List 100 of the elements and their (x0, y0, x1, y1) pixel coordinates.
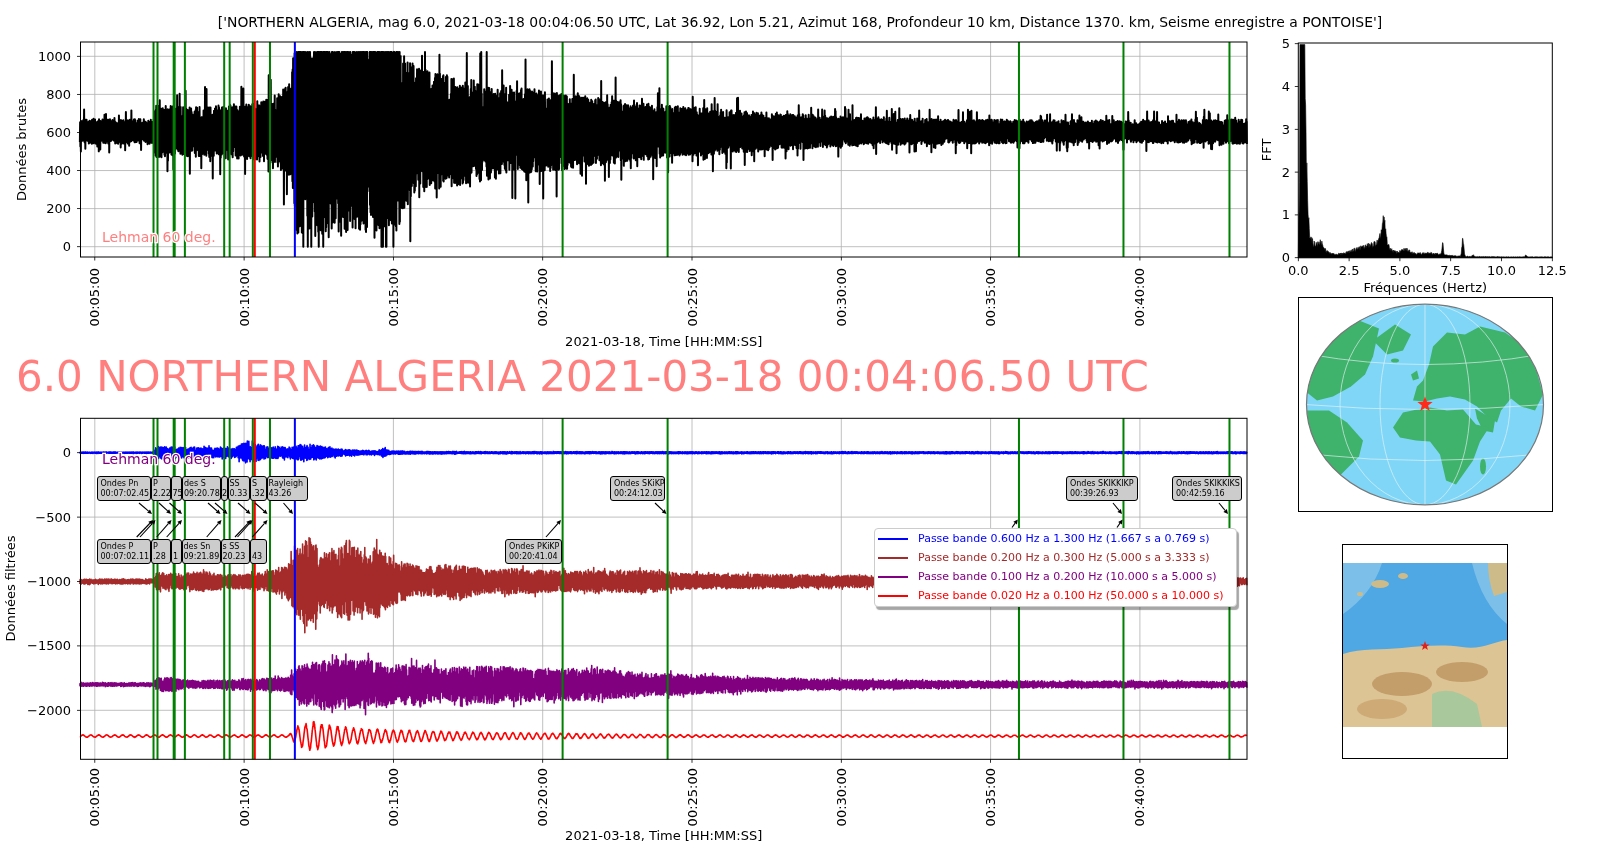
tick-mark (393, 257, 394, 261)
annotation-label: S .32 (250, 476, 267, 501)
figure-title: ['NORTHERN ALGERIA, mag 6.0, 2021-03-18 00:04:06.50 UTC, Lat 36.92, Lon 5.21, Azimut 168, Profondeur 10 km, Distance 1370. km, Seisme enregistre a PONTOISE'] (217, 14, 1383, 30)
x-tick-label: 0.0 (1287, 262, 1309, 278)
annotation-label: des Sn 09:21.89 (181, 539, 221, 564)
y-tick-label: 2 (1281, 164, 1290, 180)
tick-mark (77, 94, 81, 95)
tick-mark (840, 759, 842, 763)
tick-mark (77, 452, 81, 454)
x-tick-label: 00:25:00 (684, 768, 700, 827)
x-tick-label: 12.5 (1537, 262, 1567, 278)
x-tick-label: 00:15:00 (385, 268, 401, 327)
annotation-arrow (206, 520, 222, 538)
y-tick-label: 800 (46, 86, 71, 102)
tick-mark (77, 246, 81, 248)
annotation-label: Ondes SKIKKIKP 00:39:26.93 (1066, 476, 1138, 501)
legend-label: Passe bande 0.200 Hz a 0.300 Hz (5.000 s a 3.333 s) (918, 551, 1210, 564)
annotation-arrow (1011, 519, 1018, 529)
annotation-label: 1 (171, 539, 182, 564)
epicenter-star-icon (1420, 641, 1430, 651)
annotation-label: Ondes PKiKP 00:20:41.04 (505, 539, 562, 564)
x-tick-label: 00:20:00 (535, 768, 551, 827)
annotation-arrow (251, 520, 268, 538)
tick-mark (77, 132, 81, 133)
annotation-arrow (654, 502, 667, 514)
tick-mark (1348, 257, 1350, 262)
y-axis-label: Données filtrées (2, 535, 18, 642)
annotation-label: Rayleigh 43.26 (266, 476, 308, 501)
y-tick-label: 5 (1281, 36, 1290, 52)
x-tick-label: 00:15:00 (385, 768, 401, 827)
y-tick-label: 600 (46, 124, 71, 140)
legend-label: Passe bande 0.600 Hz a 1.300 Hz (1.667 s a 0.769 s) (918, 532, 1210, 545)
annotation-arrow (158, 502, 171, 514)
tick-mark (1294, 171, 1299, 173)
tick-mark (77, 516, 81, 518)
y-tick-label: 1 (1281, 207, 1290, 223)
tick-mark (1294, 128, 1299, 130)
tick-mark (1551, 257, 1553, 262)
y-tick-label: 200 (46, 201, 71, 217)
y-tick-label: 4 (1281, 79, 1290, 94)
x-axis-label: Fréquences (Hertz) (1363, 279, 1488, 295)
annotation-label: P .28 (151, 539, 171, 564)
annotation-arrow (237, 502, 251, 514)
tick-mark (1450, 257, 1452, 262)
tick-mark (77, 709, 81, 711)
y-tick-label: 1000 (37, 48, 71, 64)
x-tick-label: 00:05:00 (87, 268, 103, 327)
y-tick-label: −1500 (27, 638, 71, 654)
x-tick-label: 00:40:00 (1132, 268, 1148, 327)
tick-mark (94, 759, 96, 763)
epicenter-star-icon (1417, 396, 1433, 411)
x-tick-label: 00:25:00 (684, 268, 700, 327)
x-tick-label: 00:30:00 (833, 268, 849, 327)
y-tick-label: 3 (1281, 121, 1290, 137)
annotation-arrow (254, 502, 268, 514)
x-tick-label: 00:05:00 (87, 768, 103, 827)
tick-mark (990, 759, 991, 763)
annotation-arrow (138, 502, 152, 514)
annotation-arrow (1116, 519, 1123, 529)
x-tick-label: 00:10:00 (236, 768, 252, 827)
annotation-label: Ondes P 00:07:02.11 (96, 539, 151, 564)
tick-mark (1294, 86, 1299, 87)
x-tick-label: 2.5 (1338, 262, 1360, 278)
y-tick-label: −500 (35, 509, 71, 525)
tick-mark (542, 759, 544, 763)
annotation-label: 2 (220, 476, 228, 501)
annotation-arrow (1218, 502, 1228, 514)
y-tick-label: 400 (46, 163, 71, 179)
x-tick-label: 00:35:00 (983, 768, 999, 827)
y-tick-label: 0 (62, 239, 71, 255)
tick-mark (542, 257, 544, 261)
x-tick-label: 00:20:00 (535, 268, 551, 327)
x-tick-label: 10.0 (1487, 262, 1516, 278)
x-axis-label: 2021-03-18, Time [HH:MM:SS] (565, 828, 763, 843)
annotation-label: Ondes SKIKKIKS 00:42:59.16 (1172, 476, 1242, 501)
x-tick-label: 00:35:00 (983, 268, 999, 327)
annotation-label: Ondes SKiKP 00:24:12.03 (610, 476, 665, 501)
tick-mark (1294, 43, 1299, 45)
y-axis-label: Données brutes (13, 97, 29, 202)
annotation-arrow (156, 520, 172, 538)
annotation-arrow (214, 502, 228, 514)
annotation-label: des S 09:20.78 (182, 476, 221, 501)
y-tick-label: −2000 (27, 702, 71, 718)
annotation-label: SS 0.33 (227, 476, 250, 501)
tick-mark (77, 581, 81, 582)
tick-mark (77, 55, 81, 57)
tick-mark (990, 257, 991, 261)
x-tick-label: 00:40:00 (1132, 768, 1148, 827)
tick-mark (243, 759, 245, 763)
tick-mark (243, 257, 245, 261)
x-tick-label: 00:30:00 (833, 768, 849, 827)
annotation-arrow (166, 520, 182, 538)
x-tick-label: 7.5 (1440, 262, 1462, 278)
legend-label: Passe bande 0.020 Hz a 0.100 Hz (50.000 s a 10.000 s) (918, 589, 1224, 602)
annotation-arrow (545, 520, 561, 538)
annotation-label: 43 (250, 539, 267, 564)
annotation-label: P 2.22 (151, 476, 171, 501)
tick-mark (393, 759, 394, 763)
y-tick-label: 0 (1281, 250, 1290, 266)
event-headline: 6.0 NORTHERN ALGERIA 2021-03-18 00:04:06.50 UTC (16, 354, 1149, 400)
